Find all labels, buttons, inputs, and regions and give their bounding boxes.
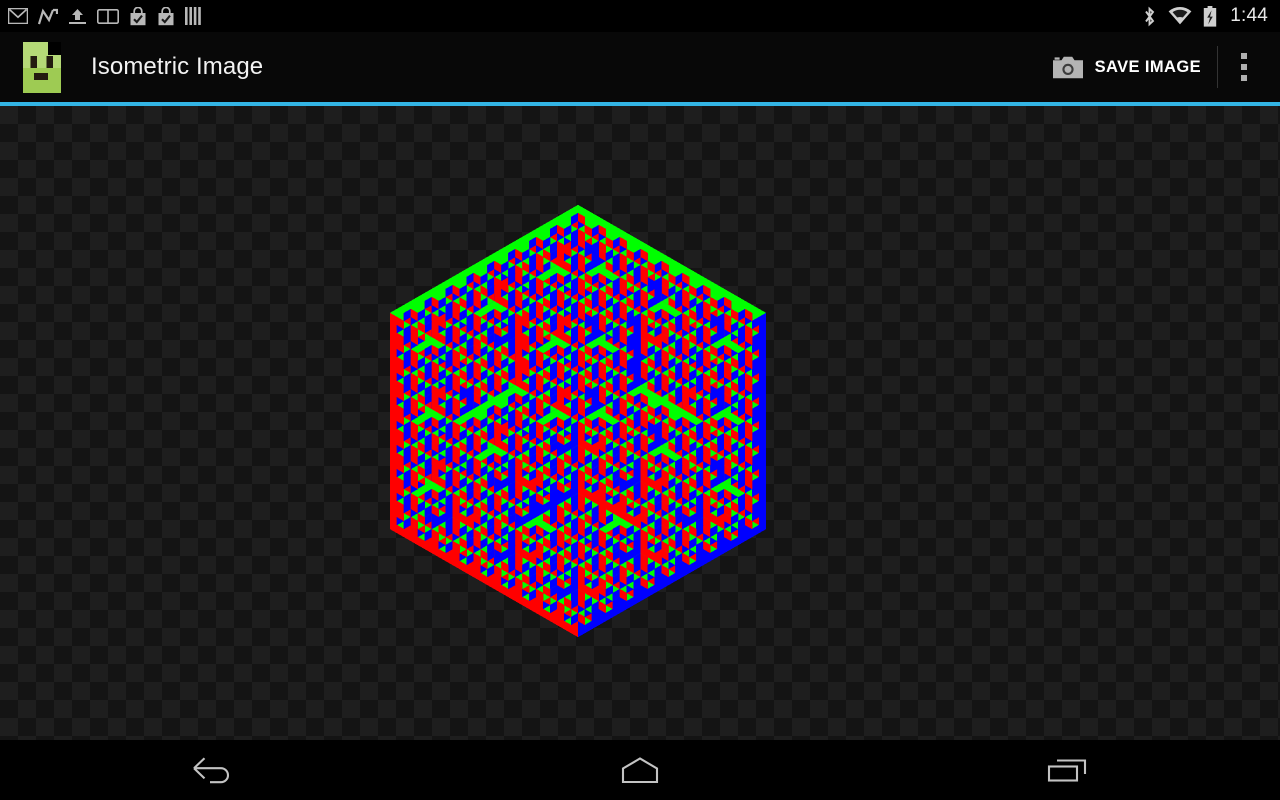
book-icon bbox=[97, 8, 119, 24]
checked-bag-icon bbox=[129, 6, 147, 26]
save-image-label: SAVE IMAGE bbox=[1094, 57, 1201, 76]
nav-home-button[interactable] bbox=[427, 740, 854, 800]
action-bar: Isometric Image SAVE IMAGE bbox=[0, 32, 1280, 102]
overflow-dot-2 bbox=[1241, 64, 1247, 70]
back-arrow-icon bbox=[191, 755, 235, 785]
wifi-icon bbox=[1168, 7, 1192, 25]
overflow-dots bbox=[1241, 53, 1247, 81]
recents-icon bbox=[1043, 755, 1091, 785]
camera-icon bbox=[1052, 56, 1083, 79]
page-title: Isometric Image bbox=[91, 53, 264, 80]
status-bar: 1:44 bbox=[0, 0, 1280, 32]
nav-recents-button[interactable] bbox=[853, 740, 1280, 800]
checked-bag-icon-2 bbox=[157, 6, 175, 26]
overflow-menu-icon[interactable] bbox=[1218, 32, 1270, 102]
activity-icon bbox=[37, 7, 59, 25]
app-logo-pixel-face bbox=[23, 41, 74, 93]
menger-sponge-isometric-cube[interactable] bbox=[390, 205, 766, 637]
system-status-icons: 1:44 bbox=[1142, 0, 1270, 32]
image-canvas[interactable] bbox=[0, 106, 1280, 740]
notification-icons bbox=[7, 6, 201, 26]
bluetooth-icon bbox=[1142, 6, 1157, 27]
overflow-dot-3 bbox=[1241, 75, 1247, 81]
gmail-icon bbox=[7, 7, 29, 25]
android-screen: 1:44 Isometric Image SAVE IMAGE bbox=[0, 0, 1280, 800]
upload-icon bbox=[68, 8, 87, 25]
overflow-dot-1 bbox=[1241, 53, 1247, 59]
navigation-bar bbox=[0, 740, 1280, 800]
save-image-button[interactable]: SAVE IMAGE bbox=[1041, 32, 1217, 102]
nav-back-button[interactable] bbox=[0, 740, 427, 800]
bars-icon bbox=[185, 7, 201, 25]
status-bar-clock: 1:44 bbox=[1230, 5, 1268, 26]
battery-charging-icon bbox=[1203, 5, 1217, 27]
home-icon bbox=[615, 755, 665, 785]
